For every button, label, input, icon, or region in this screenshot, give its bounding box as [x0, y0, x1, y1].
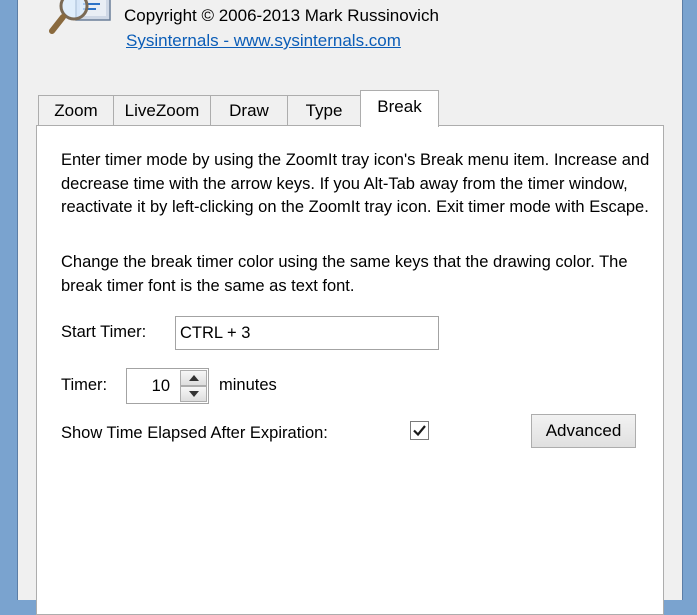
timer-label: Timer:: [61, 376, 108, 394]
timer-minutes-value[interactable]: 10: [152, 369, 170, 403]
zoomit-options-dialog: Copyright © 2006-2013 Mark Russinovich S…: [17, 0, 683, 615]
timer-minutes-spinner[interactable]: 10: [126, 368, 209, 404]
arrow-down-icon: [189, 391, 199, 397]
show-elapsed-label: Show Time Elapsed After Expiration:: [61, 424, 328, 442]
tab-livezoom[interactable]: LiveZoom: [113, 95, 211, 125]
arrow-up-icon: [189, 375, 199, 381]
timer-increment-button[interactable]: [180, 370, 207, 386]
copyright-text: Copyright © 2006-2013 Mark Russinovich: [124, 6, 439, 25]
break-description: Enter timer mode by using the ZoomIt tra…: [61, 151, 650, 216]
start-timer-label: Start Timer:: [61, 323, 147, 341]
timer-decrement-button[interactable]: [180, 386, 207, 402]
tab-break[interactable]: Break: [360, 90, 439, 127]
show-elapsed-checkbox[interactable]: [410, 421, 429, 440]
tab-zoom[interactable]: Zoom: [38, 95, 114, 125]
start-timer-hotkey-field[interactable]: CTRL + 3: [175, 316, 439, 350]
timer-color-description: Change the break timer color using the s…: [61, 253, 628, 295]
break-tab-panel: Enter timer mode by using the ZoomIt tra…: [36, 125, 664, 615]
advanced-button[interactable]: Advanced: [531, 414, 636, 448]
tab-draw[interactable]: Draw: [210, 95, 288, 125]
timer-unit-label: minutes: [219, 376, 277, 394]
zoomit-magnifier-icon: [48, 0, 118, 38]
sysinternals-link[interactable]: Sysinternals - www.sysinternals.com: [126, 31, 401, 51]
tab-type[interactable]: Type: [287, 95, 361, 125]
checkmark-icon: [413, 425, 426, 437]
